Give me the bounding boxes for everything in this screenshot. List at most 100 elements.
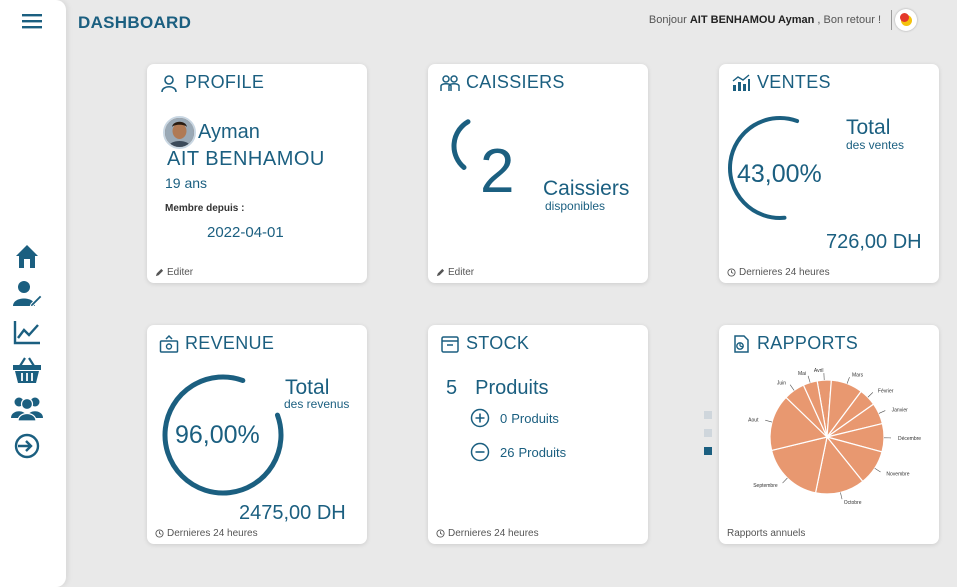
sign-in-icon[interactable] bbox=[10, 430, 44, 462]
member-since-label: Membre depuis : bbox=[165, 203, 245, 214]
card-header: CAISSIERS bbox=[440, 72, 565, 93]
card-footer: Rapports annuels bbox=[727, 528, 805, 539]
bar-chart-icon bbox=[732, 73, 750, 91]
box-icon bbox=[441, 335, 459, 353]
minus-circle-icon bbox=[470, 442, 490, 462]
footer-label: Rapports annuels bbox=[727, 528, 806, 539]
card-footer: Dernieres 24 heures bbox=[727, 267, 830, 278]
page-title: DASHBOARD bbox=[78, 13, 192, 32]
card-header: PROFILE bbox=[159, 72, 264, 93]
clock-icon bbox=[436, 529, 445, 538]
pencil-icon bbox=[436, 268, 445, 277]
member-since-date: 2022-04-01 bbox=[207, 224, 284, 241]
card-header: RAPPORTS bbox=[731, 333, 858, 354]
card-header: REVENUE bbox=[159, 333, 274, 354]
clock-icon bbox=[727, 268, 736, 277]
hamburger-menu-icon[interactable] bbox=[22, 12, 44, 30]
stock-removed-row[interactable]: 26 Produits bbox=[470, 442, 566, 462]
pie-label: Mars bbox=[852, 372, 864, 378]
ventes-percent: 43,00% bbox=[737, 160, 822, 188]
caissiers-sublabel: disponibles bbox=[545, 199, 606, 213]
greeting-prefix: Bonjour bbox=[648, 14, 687, 26]
profile-age: 19 ans bbox=[165, 175, 208, 191]
pie-label-leader bbox=[867, 392, 874, 398]
ventes-card: VENTES 43,00% Total des ventes 726,00 DH… bbox=[719, 64, 939, 283]
caissiers-count: 2 bbox=[480, 137, 515, 206]
basket-icon[interactable] bbox=[10, 354, 44, 386]
stock-added-row[interactable]: 0 Produits bbox=[470, 408, 559, 428]
revenue-amount: 2475,00 DH bbox=[239, 502, 346, 524]
revenue-total-sub: des revenus bbox=[284, 397, 350, 411]
card-header: VENTES bbox=[731, 72, 831, 93]
carousel-dot-active[interactable] bbox=[704, 447, 712, 455]
clock-icon bbox=[155, 529, 164, 538]
stock-minus-count: 26 bbox=[500, 444, 515, 460]
carousel-dot[interactable] bbox=[704, 429, 712, 437]
home-icon[interactable] bbox=[10, 240, 44, 272]
pie-label-leader bbox=[846, 376, 850, 384]
plus-circle-icon bbox=[470, 408, 490, 428]
footer-label: Dernieres 24 heures bbox=[167, 528, 258, 539]
user-avatar-icon[interactable] bbox=[895, 9, 917, 31]
topbar: DASHBOARD Bonjour AIT BENHAMOU Ayman , B… bbox=[66, 0, 957, 44]
card-title: PROFILE bbox=[185, 72, 265, 92]
rapports-card: RAPPORTS Avril Mars Février Janvier Décembre… bbox=[719, 325, 939, 544]
stock-total: 5 Produits bbox=[446, 377, 549, 400]
pie-label-leader bbox=[878, 410, 886, 414]
revenue-percent: 96,00% bbox=[175, 421, 260, 449]
edit-label: Editer bbox=[448, 267, 475, 278]
greeting-suffix: , Bon retour ! bbox=[817, 14, 881, 26]
stock-card: STOCK 5 Produits 0 Produits 26 Produits Der… bbox=[428, 325, 648, 544]
footer-label: Dernieres 24 heures bbox=[739, 267, 830, 278]
ventes-total-label: Total bbox=[846, 116, 891, 139]
caissiers-label: Caissiers bbox=[543, 177, 630, 200]
stock-plus-count: 0 bbox=[500, 410, 508, 426]
stock-total-count: 5 bbox=[446, 377, 458, 399]
revenue-card: REVENUE 96,00% Total des revenus 2475,00… bbox=[147, 325, 367, 544]
users-group-icon[interactable] bbox=[10, 392, 44, 424]
user-edit-icon[interactable] bbox=[10, 278, 44, 310]
greeting-text: Bonjour AIT BENHAMOU Ayman , Bon retour … bbox=[649, 14, 881, 26]
avatar bbox=[163, 116, 196, 149]
footer-label: Dernieres 24 heures bbox=[448, 528, 539, 539]
stock-plus-label: Produits bbox=[511, 410, 559, 426]
pie-label-leader bbox=[782, 477, 788, 484]
card-title: RAPPORTS bbox=[757, 333, 859, 353]
profile-first-name: Ayman bbox=[198, 121, 260, 143]
edit-label: Editer bbox=[167, 267, 194, 278]
ventes-total-sub: des ventes bbox=[846, 138, 905, 152]
card-title: REVENUE bbox=[185, 333, 275, 353]
pie-label-leader bbox=[840, 492, 843, 500]
pie-label: Mai bbox=[798, 371, 806, 377]
pie-label: Février bbox=[878, 388, 894, 394]
sidebar-nav bbox=[0, 240, 66, 468]
progress-arc-stroke bbox=[451, 119, 471, 170]
pie-label: Décembre bbox=[898, 436, 921, 442]
rapports-pie-chart[interactable]: Avril Mars Février Janvier Décembre Novembre O… bbox=[729, 367, 929, 507]
pie-label: Octobre bbox=[844, 500, 862, 506]
stock-total-label: Produits bbox=[475, 377, 549, 399]
pie-label: Avril bbox=[814, 368, 824, 374]
pie-label-leader bbox=[807, 375, 811, 383]
sidebar bbox=[0, 0, 66, 587]
profile-last-name: AIT BENHAMOU bbox=[167, 148, 325, 170]
chart-line-icon[interactable] bbox=[10, 316, 44, 348]
pie-label-leader bbox=[765, 419, 773, 423]
report-icon bbox=[734, 334, 749, 353]
card-header: STOCK bbox=[440, 333, 529, 354]
pie-label: Septembre bbox=[753, 483, 778, 489]
edit-profile-link[interactable]: Editer bbox=[155, 267, 193, 278]
edit-caissiers-link[interactable]: Editer bbox=[436, 267, 474, 278]
money-icon bbox=[159, 334, 179, 353]
divider bbox=[891, 10, 892, 30]
card-title: CAISSIERS bbox=[466, 72, 565, 92]
pie-label: Janvier bbox=[892, 407, 908, 413]
user-name: AIT BENHAMOU Ayman bbox=[689, 14, 815, 26]
pie-label-leader bbox=[874, 467, 881, 473]
card-footer: Dernieres 24 heures bbox=[436, 528, 539, 539]
card-title: VENTES bbox=[757, 72, 831, 92]
pie-label: Aout bbox=[748, 417, 759, 423]
ventes-amount: 726,00 DH bbox=[826, 231, 922, 253]
carousel-dot[interactable] bbox=[704, 411, 712, 419]
caissiers-card: CAISSIERS 2 Caissiers disponibles Editer bbox=[428, 64, 648, 283]
